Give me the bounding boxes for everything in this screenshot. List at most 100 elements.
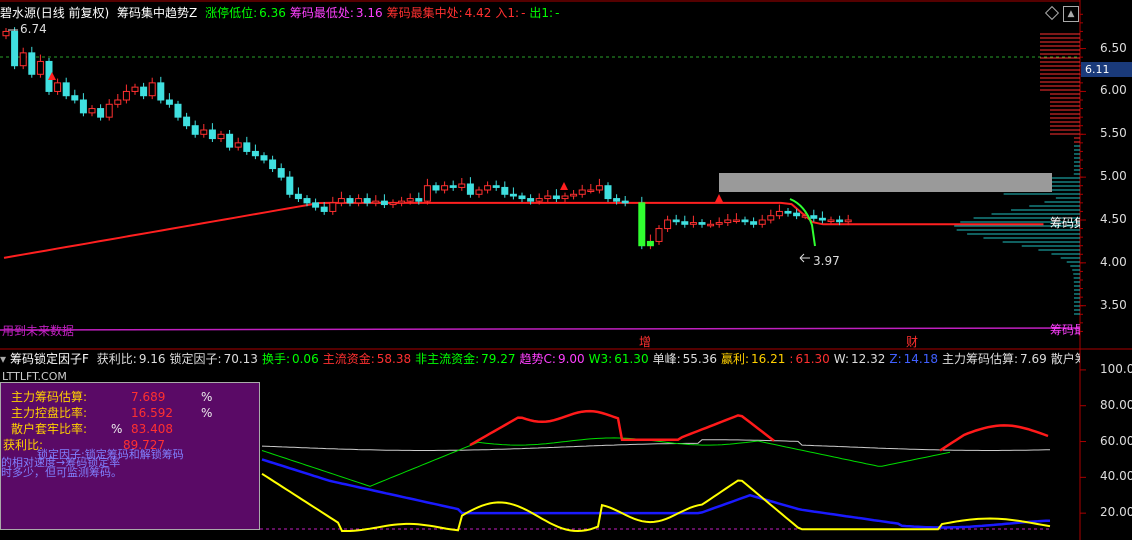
candle-body (234, 142, 242, 148)
candle-body (561, 195, 569, 200)
candle-body (88, 108, 96, 114)
period-label: (日线 前复权) (36, 6, 110, 20)
header-item-value: 55.36 (682, 352, 717, 366)
header-item-value: 12.32 (851, 352, 886, 366)
candle-body (715, 222, 723, 225)
candle-body (664, 219, 672, 230)
candle-body (578, 189, 586, 195)
chip-concentration-line (3, 201, 1044, 259)
header-item-value: 4.42 (464, 6, 492, 20)
header-item: 非主流资金: 79.27 (415, 352, 515, 366)
current-price-box: 6.11 (1081, 62, 1132, 77)
header-item-label: : (789, 352, 794, 366)
candle-body (105, 103, 113, 118)
candle-body (380, 200, 388, 206)
candle-body (466, 183, 474, 195)
candle-body (389, 202, 397, 206)
candle-body (758, 219, 766, 225)
candle-body (131, 86, 139, 92)
header-item: 出1: - (529, 6, 559, 20)
candle-body (71, 95, 79, 101)
header-item-label: Z: (889, 352, 902, 366)
candle-body (818, 217, 826, 221)
candle-body (423, 185, 431, 202)
header-item: 锁定因子: 70.13 (170, 352, 258, 366)
header-item-value: 0.06 (291, 352, 319, 366)
candle-body (243, 142, 251, 152)
candle-body (552, 195, 560, 200)
header-item-label: 趋势C: (519, 352, 556, 366)
candle-body (689, 222, 697, 225)
candle-body (527, 198, 535, 202)
header-item-label: 筹码最集中处: (386, 6, 463, 20)
candle-body (449, 185, 457, 188)
high-price-label: 6.74 (20, 22, 47, 36)
header-item: 主力筹码估算: 7.69 (942, 352, 1047, 366)
header-item-value: - (521, 6, 526, 20)
candle-body (415, 198, 423, 202)
info-row: 主力筹码估算: 7.689% (11, 389, 212, 405)
header-item: 赢利: 16.21 (721, 352, 785, 366)
candle-body (613, 198, 621, 202)
candle-body (458, 183, 466, 188)
candle-body (97, 108, 105, 118)
candle-body (286, 176, 294, 195)
bottom-tick-label: 80.00 (1100, 397, 1132, 412)
chip-label-right: 筹码集 (1050, 216, 1080, 230)
candle-body (509, 193, 517, 197)
header-item-label: 赢利: (720, 352, 750, 366)
candle-body (303, 198, 311, 204)
candle-body (363, 198, 371, 204)
candle-body (492, 185, 500, 188)
candle-body (724, 219, 732, 224)
candle-body (570, 193, 578, 197)
header-item-label: 涨停低位: (205, 6, 258, 20)
info-row: 散户套牢比率: 83.408% (11, 421, 173, 437)
candle-body (535, 198, 543, 202)
info-row-value: 16.592 (131, 406, 173, 420)
header-item: 筹码最集中处: 4.42 (387, 6, 492, 20)
candle-body (836, 219, 844, 223)
candle-body (750, 221, 758, 225)
header-item-value: 14.18 (903, 352, 938, 366)
header-item-label: W3: (588, 352, 613, 366)
collapse-button[interactable]: ▲ (1063, 6, 1079, 22)
stock-name[interactable]: 碧水源 (0, 6, 36, 20)
candle-body (827, 219, 835, 222)
header-item-value: 58.38 (376, 352, 412, 366)
candle-body (672, 219, 680, 223)
candle-body (595, 185, 603, 191)
zeng-marker: 增 (639, 335, 652, 349)
candle-body (148, 82, 156, 97)
header-item-value: 7.69 (1020, 352, 1047, 366)
header-item-label: 散户筹码估 (1050, 352, 1080, 366)
header-item-label: 筹码最低处: (289, 6, 354, 20)
candle-body (587, 189, 595, 192)
header-item: 单峰: 55.36 (653, 352, 717, 366)
candle-body (277, 168, 285, 178)
bottom-tick-label: 40.00 (1100, 469, 1132, 484)
header-item: 入1: - (495, 6, 525, 20)
header-item-value: 3.16 (355, 6, 383, 20)
info-row-label: 主力控盘比率: (11, 406, 88, 420)
candle-body (200, 129, 208, 135)
collapse-chevron-icon[interactable]: ▾ (0, 352, 6, 366)
price-tick-label: 5.50 (1100, 126, 1127, 141)
candle-body (621, 200, 629, 204)
indicator-name[interactable]: 筹码集中趋势Z (117, 6, 197, 20)
price-tick-label: 4.00 (1100, 254, 1127, 269)
bottom-indicator-name[interactable]: 筹码锁定因子F (10, 352, 89, 366)
candle-body (475, 189, 483, 195)
header-item: 换手: 0.06 (262, 352, 319, 366)
candle-body (79, 99, 87, 114)
bottom-tick-label: 100.0 (1100, 361, 1132, 376)
info-row-label: 散户套牢比率: (11, 422, 88, 436)
header-item-value: - (555, 6, 560, 20)
candle-body (54, 82, 62, 92)
candle-body (269, 159, 277, 170)
candle-body (19, 52, 27, 67)
price-tick-label: 5.00 (1100, 169, 1127, 184)
header-item: 主流资金: 58.38 (323, 352, 411, 366)
chip-label-bottom: 筹码最 (1050, 323, 1080, 337)
candle-body (174, 103, 182, 118)
